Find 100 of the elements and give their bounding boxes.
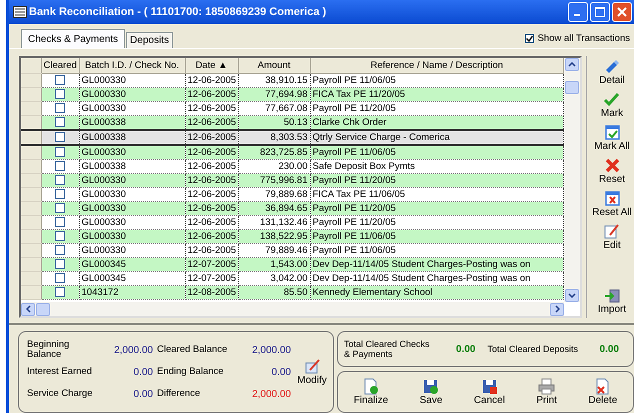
cleared-checkbox[interactable]	[55, 230, 65, 241]
cleared-checkbox[interactable]	[55, 132, 65, 142]
window-title: Bank Reconciliation - ( 11101700: 1850869239 Comerica )	[29, 6, 328, 18]
balance-value: 0.00	[132, 388, 153, 400]
checkbox[interactable]	[524, 34, 534, 42]
scroll-thumb[interactable]	[565, 81, 579, 94]
minimize-icon	[574, 14, 580, 16]
toolbar-button[interactable]: Edit	[603, 221, 621, 254]
balance-value: 2,000.00	[113, 344, 153, 356]
total-label: Total Cleared Checks & Payments	[344, 339, 431, 359]
table-cell: 12-07-2005	[185, 258, 238, 272]
table-cell: 138,522.95	[238, 230, 310, 244]
action-button[interactable]: Finalize	[354, 376, 388, 408]
maximize-icon	[595, 7, 605, 17]
table-cell: GL000330	[79, 88, 185, 102]
crossed-window-icon	[604, 190, 620, 207]
balance-label: Cleared Balance	[157, 345, 228, 355]
column-header[interactable]: Date ▲	[185, 58, 238, 74]
total-value: 0.00	[598, 344, 619, 354]
checked-window-icon	[604, 124, 620, 141]
table-cell: 12-06-2005	[185, 174, 238, 188]
cleared-checkbox[interactable]	[55, 160, 65, 171]
cleared-checkbox[interactable]	[55, 88, 65, 99]
action-button[interactable]: Print	[536, 376, 557, 408]
table-cell: 77,694.98	[238, 88, 310, 102]
close-button[interactable]	[612, 2, 632, 22]
table-cell: Payroll PE 11/06/05	[310, 145, 564, 160]
toolbar-button[interactable]: Reset All	[592, 188, 632, 221]
toolbar-button[interactable]: Reset	[598, 155, 626, 188]
cleared-checkbox[interactable]	[55, 216, 65, 227]
scroll-up-icon[interactable]	[565, 58, 579, 71]
modify-button[interactable]: Modify	[295, 356, 329, 388]
column-header[interactable]: Reference / Name / Description	[310, 58, 564, 74]
table-cell: 12-06-2005	[185, 88, 238, 102]
table-cell: 85.50	[238, 286, 310, 300]
close-icon	[617, 7, 627, 17]
table-cell: GL000330	[79, 174, 185, 188]
cleared-checkbox[interactable]	[55, 116, 65, 127]
tab[interactable]: Deposits	[126, 32, 173, 48]
table-cell: 12-06-2005	[185, 145, 238, 160]
toolbar-button[interactable]: Mark	[600, 89, 624, 122]
cleared-checkbox[interactable]	[55, 188, 65, 199]
maximize-button[interactable]	[590, 2, 610, 22]
balance-value: 0.00	[270, 366, 291, 378]
document-check-icon	[362, 378, 380, 394]
cleared-checkbox[interactable]	[55, 272, 65, 283]
toolbar-button[interactable]: Detail	[599, 56, 625, 89]
cleared-checkbox[interactable]	[55, 174, 65, 185]
cleared-checkbox[interactable]	[55, 146, 65, 157]
table-cell: 8,303.53	[238, 130, 310, 145]
table-cell: 12-08-2005	[185, 286, 238, 300]
balance-label: Interest Earned	[27, 367, 93, 377]
checkmark-icon	[603, 91, 620, 108]
table-cell: Payroll PE 11/06/05	[310, 230, 564, 244]
cleared-checkbox[interactable]	[55, 74, 65, 85]
cleared-checkbox[interactable]	[55, 286, 65, 297]
toolbar-button[interactable]: Mark All	[594, 122, 630, 155]
x-mark-icon	[604, 157, 620, 174]
table-cell: Dev Dep-11/14/05 Student Charges-Posting was on	[310, 258, 564, 272]
import-icon	[604, 287, 620, 304]
balance-label: Service Charge	[27, 389, 94, 399]
cleared-checkbox[interactable]	[55, 102, 65, 113]
balance-value: 0.00	[132, 366, 153, 378]
delete-icon	[594, 378, 612, 394]
table-cell: Payroll PE 11/20/05	[310, 202, 564, 216]
total-label: Total Cleared Deposits	[488, 344, 580, 354]
cleared-checkbox[interactable]	[55, 244, 65, 255]
checkbox-label: Show all Transactions	[538, 32, 630, 44]
action-button[interactable]: Save	[420, 376, 442, 408]
tab[interactable]: Checks & Payments	[21, 29, 126, 48]
floppy-cross-icon	[480, 378, 498, 394]
balance-value: 2,000.00	[251, 344, 291, 356]
import-button[interactable]: Import	[598, 285, 626, 318]
table-cell: 12-06-2005	[185, 202, 238, 216]
column-header[interactable]: Batch I.D. / Check No.	[79, 58, 185, 74]
table-cell: 12-06-2005	[185, 230, 238, 244]
scroll-down-icon[interactable]	[565, 289, 579, 302]
print-icon	[538, 378, 556, 394]
table-cell: GL000338	[79, 130, 185, 145]
table-cell: FICA Tax PE 11/20/05	[310, 88, 564, 102]
table-cell: Payroll PE 11/20/05	[310, 174, 564, 188]
table-cell: 1,543.00	[238, 258, 310, 272]
balance-label: Ending Balance	[157, 367, 225, 377]
column-header[interactable]: Cleared	[41, 58, 79, 74]
table-cell: 36,894.65	[238, 202, 310, 216]
scroll-thumb[interactable]	[36, 302, 50, 316]
table-cell: 12-06-2005	[185, 130, 238, 145]
action-button[interactable]: Cancel	[474, 376, 505, 408]
minimize-button[interactable]	[568, 2, 588, 22]
table-cell: 775,996.81	[238, 174, 310, 188]
total-value: 0.00	[455, 344, 476, 354]
cleared-checkbox[interactable]	[55, 258, 65, 269]
scroll-left-icon[interactable]	[21, 302, 35, 316]
edit-icon	[603, 223, 620, 240]
action-button[interactable]: Delete	[588, 376, 618, 408]
scroll-right-icon[interactable]	[550, 302, 564, 316]
table-cell: GL000345	[79, 258, 185, 272]
column-header[interactable]: Amount	[238, 58, 310, 74]
edit-icon	[304, 358, 320, 374]
cleared-checkbox[interactable]	[55, 202, 65, 213]
